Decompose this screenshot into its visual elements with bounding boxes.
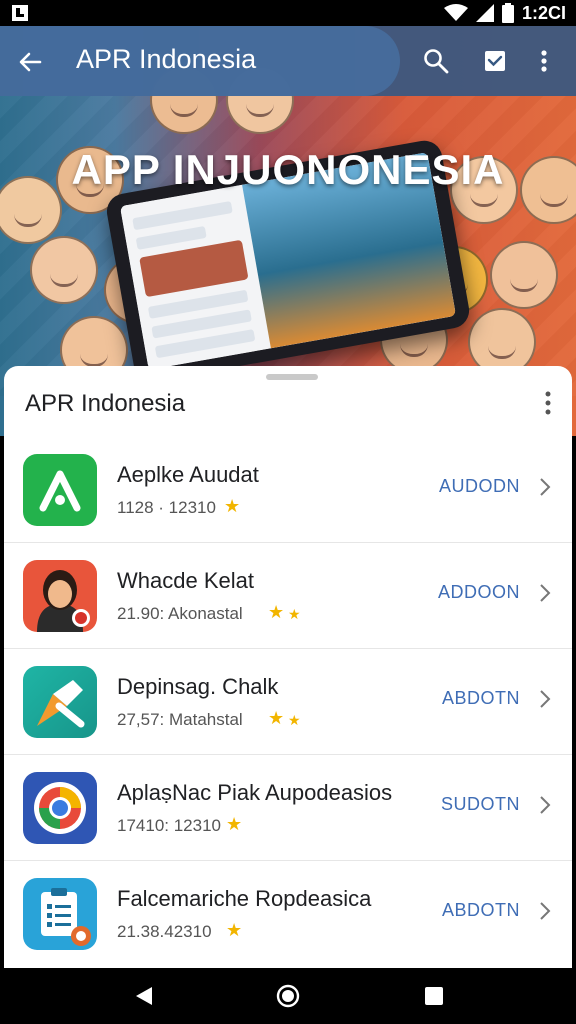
home-circle-icon[interactable] bbox=[276, 984, 300, 1008]
search-icon[interactable] bbox=[421, 46, 451, 76]
mail-check-icon[interactable] bbox=[480, 46, 510, 76]
recents-square-icon[interactable] bbox=[422, 984, 446, 1008]
signal-icon bbox=[475, 4, 494, 22]
app-name: Whacde Kelat bbox=[117, 568, 254, 593]
app-action-button[interactable]: SUDOTN bbox=[441, 794, 520, 815]
status-bar: 1:2CI bbox=[0, 0, 576, 26]
battery-icon bbox=[501, 3, 514, 23]
star-icon: ★ bbox=[288, 606, 301, 622]
chevron-right-icon[interactable] bbox=[538, 900, 552, 922]
chevron-right-icon[interactable] bbox=[538, 688, 552, 710]
app-meta: 27,57: Matahstal bbox=[117, 710, 243, 729]
app-action-button[interactable]: ABDOTN bbox=[442, 900, 520, 921]
status-time: 1:2CI bbox=[521, 2, 566, 23]
app-action-button[interactable]: ABDOTN bbox=[442, 688, 520, 709]
app-bar: APR Indonesia bbox=[0, 26, 576, 96]
sheet-overflow-icon[interactable] bbox=[542, 390, 554, 416]
app-meta: 21.38.42310 bbox=[117, 922, 212, 941]
illustration-face bbox=[490, 241, 558, 309]
illustration-face bbox=[30, 236, 98, 304]
banner-title: APP INJUONONESIA bbox=[71, 146, 505, 193]
wifi-icon bbox=[443, 4, 468, 21]
app-name: AplaṣNac Piak Aupodeasios bbox=[117, 780, 393, 805]
list-item[interactable]: Aeplke Auudat 1128 · 12310 ★ AUDODN bbox=[4, 436, 572, 543]
sheet-title: APR Indonesia bbox=[25, 390, 186, 417]
navigation-bar bbox=[0, 968, 576, 1024]
app-meta: 21.90: Akonastal bbox=[117, 604, 243, 623]
star-icon: ★ bbox=[224, 496, 241, 516]
back-arrow-icon[interactable] bbox=[16, 48, 44, 76]
app-meta: 17410: 12310 bbox=[117, 816, 221, 835]
avatar-icon bbox=[23, 560, 97, 632]
list-item[interactable]: Depinsag. Chalk 27,57: Matahstal ★ ★ ABD… bbox=[4, 648, 572, 755]
app-name: Falcemariche Ropdeasica bbox=[117, 886, 372, 911]
bottom-sheet: APR Indonesia Aeplke Auudat 1128 · 12310… bbox=[4, 366, 572, 968]
clipboard-icon bbox=[23, 878, 97, 950]
star-icon: ★ bbox=[226, 920, 243, 940]
list-item[interactable]: Whacde Kelat 21.90: Akonastal ★ ★ ADDOON bbox=[4, 542, 572, 649]
chevron-right-icon[interactable] bbox=[538, 476, 552, 498]
pencil-arrow-icon bbox=[23, 666, 97, 738]
star-icon: ★ bbox=[288, 712, 301, 728]
app-name: Aeplke Auudat bbox=[117, 462, 259, 487]
drag-handle[interactable] bbox=[266, 374, 318, 380]
star-icon: ★ bbox=[268, 708, 285, 728]
star-icon: ★ bbox=[226, 814, 243, 834]
chrome-circle-icon bbox=[23, 772, 97, 844]
star-icon: ★ bbox=[268, 602, 285, 622]
app-meta: 1128 · 12310 bbox=[117, 498, 216, 517]
notification-icon bbox=[12, 5, 28, 21]
list-item[interactable]: Falcemariche Ropdeasica 21.38.42310 ★ AB… bbox=[4, 860, 572, 966]
back-triangle-icon[interactable] bbox=[132, 984, 156, 1008]
app-name: Depinsag. Chalk bbox=[117, 674, 279, 699]
overflow-menu-icon[interactable] bbox=[534, 46, 554, 76]
chevron-right-icon[interactable] bbox=[538, 794, 552, 816]
app-action-button[interactable]: AUDODN bbox=[439, 476, 520, 497]
app-bar-title: APR Indonesia bbox=[76, 44, 257, 74]
chevron-right-icon[interactable] bbox=[538, 582, 552, 604]
letter-a-icon bbox=[23, 454, 97, 526]
list-item[interactable]: AplaṣNac Piak Aupodeasios 17410: 12310 ★… bbox=[4, 754, 572, 861]
app-action-button[interactable]: ADDOON bbox=[438, 582, 520, 603]
